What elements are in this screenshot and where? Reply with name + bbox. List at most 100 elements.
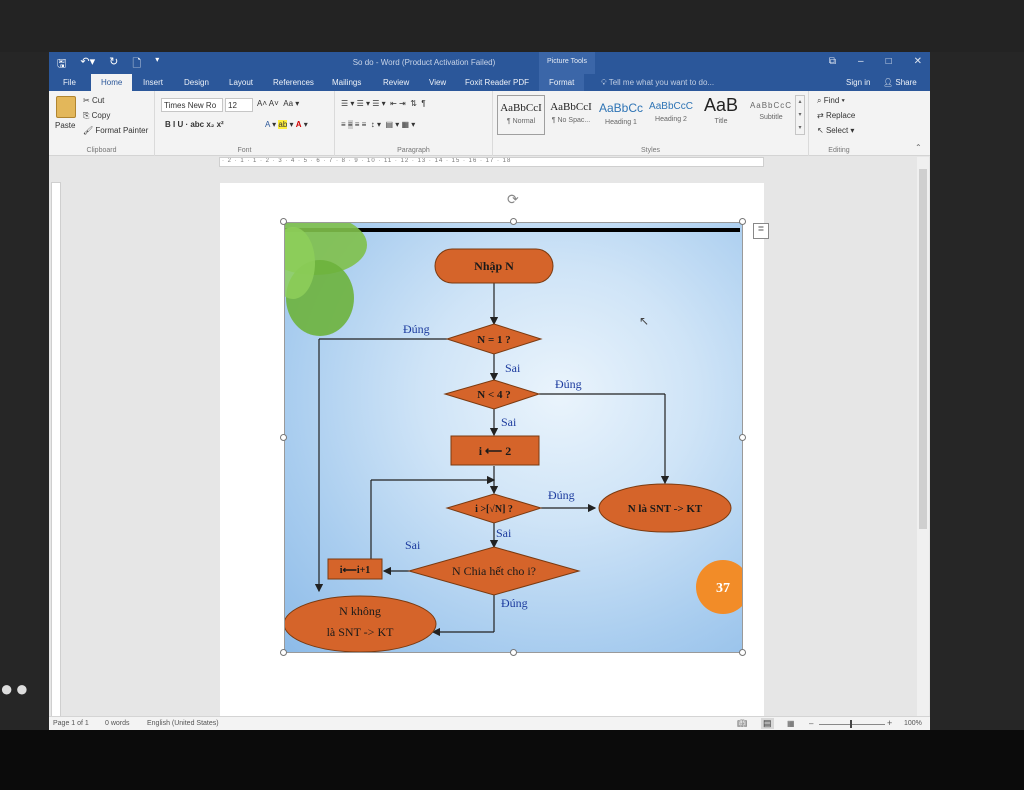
layout-options-icon[interactable]: ≣ <box>753 223 769 239</box>
maximize-icon[interactable]: □ <box>886 56 892 67</box>
scrollbar-thumb[interactable] <box>919 169 927 529</box>
font-size-select[interactable]: 12 <box>225 98 253 112</box>
tab-format[interactable]: Format <box>539 74 585 91</box>
collapse-ribbon-icon[interactable]: ⌃ <box>915 143 922 152</box>
increment-label: i⟵i+1 <box>340 565 371 576</box>
font-group-label: Font <box>237 147 252 154</box>
tab-design[interactable]: Design <box>184 78 209 87</box>
style-no-spacing[interactable]: AaBbCcI ¶ No Spac... <box>547 95 595 135</box>
font-name-select[interactable]: Times New Ro <box>161 98 223 112</box>
tell-me-search[interactable]: 💡︎ Tell me what you want to do... <box>601 78 714 88</box>
tab-review[interactable]: Review <box>383 78 409 87</box>
copy-button[interactable]: ⎘ Copy <box>83 111 110 121</box>
sign-in-link[interactable]: Sign in <box>846 78 870 87</box>
rotate-handle-icon[interactable]: ⟳ <box>507 191 519 208</box>
not-prime-line2: là SNT -> KT <box>327 625 395 639</box>
style-sample: AaB <box>703 95 739 115</box>
resize-handle-br[interactable] <box>739 649 746 656</box>
paste-icon[interactable] <box>56 96 76 118</box>
tab-mailings[interactable]: Mailings <box>332 78 361 87</box>
tab-insert[interactable]: Insert <box>143 78 163 87</box>
flowchart-picture[interactable]: Nhập N N = 1 ? N < 4 ? i ⟵ 2 i >[√N] ? N… <box>284 222 743 653</box>
share-button[interactable]: 👤︎ Share <box>883 78 917 87</box>
alignment-buttons[interactable]: ≡ ≡ ≡ ≡ ↕ ▾ ▤ ▾ ▦ ▾ <box>341 120 415 129</box>
style-heading-1[interactable]: AaBbCc Heading 1 <box>597 95 645 135</box>
zoom-level[interactable]: 100% <box>904 720 922 727</box>
resize-handle-right[interactable] <box>739 434 746 441</box>
yes-label-n1: Đúng <box>403 322 430 336</box>
person-icon: 👤︎ <box>883 78 894 87</box>
yes-label-n4: Đúng <box>555 377 582 391</box>
horizontal-ruler[interactable]: · 2 · 1 · 1 · 2 · 3 · 4 · 5 · 6 · 7 · 8 … <box>219 157 764 167</box>
minimize-icon[interactable]: – <box>858 56 864 67</box>
copy-icon: ⎘ <box>83 111 90 120</box>
style-sample: AaBbCcI <box>500 102 542 114</box>
tab-foxit-reader-pdf[interactable]: Foxit Reader PDF <box>465 78 529 87</box>
style-subtitle[interactable]: AaBbCcC Subtitle <box>747 95 795 135</box>
editing-group: ⌕ Find ▾ ⇄ Replace ↖ Select ▾ Editing <box>809 91 869 156</box>
style-sample: AaBbCc <box>598 101 644 115</box>
styles-group-label: Styles <box>640 147 661 154</box>
resize-handle-tl[interactable] <box>280 218 287 225</box>
font-color-buttons[interactable]: A ▾ ab ▾ A ▾ <box>265 120 308 129</box>
language-indicator[interactable]: English (United States) <box>147 720 219 727</box>
vertical-ruler[interactable] <box>51 182 61 720</box>
undo-icon[interactable]: ↶▾ <box>80 55 95 74</box>
quick-access-toolbar: 🖫 ↶▾ ↻ 🗋 ▾ <box>57 55 159 74</box>
page-count[interactable]: Page 1 of 1 <box>53 720 89 727</box>
screen-top-band <box>0 0 1024 52</box>
read-mode-icon[interactable]: 📖︎ <box>737 719 747 728</box>
resize-handle-tr[interactable] <box>739 218 746 225</box>
ribbon-display-options-icon[interactable]: ⧉ <box>829 56 836 67</box>
zoom-out-icon[interactable]: – <box>809 719 813 728</box>
resize-handle-top[interactable] <box>510 218 517 225</box>
zoom-in-icon[interactable]: + <box>887 718 892 728</box>
resize-handle-bl[interactable] <box>280 649 287 656</box>
tab-view[interactable]: View <box>429 78 446 87</box>
resize-handle-left[interactable] <box>280 434 287 441</box>
zoom-slider[interactable] <box>819 724 885 725</box>
style-sample: AaBbCcI <box>550 101 592 113</box>
web-layout-icon[interactable]: ▦ <box>787 719 795 728</box>
new-document-icon[interactable]: 🗋 <box>132 55 141 74</box>
n-less-4-label: N < 4 ? <box>477 389 510 401</box>
select-button[interactable]: ↖ Select ▾ <box>817 126 854 135</box>
word-count[interactable]: 0 words <box>105 720 130 727</box>
no-label-n4: Sai <box>501 415 517 429</box>
style-name: Heading 1 <box>605 119 637 126</box>
screen-bottom-band <box>0 730 1024 790</box>
font-size-buttons[interactable]: A˄ A˅ Aa ▾ <box>257 99 299 108</box>
search-icon: ⌕ <box>817 96 822 105</box>
redo-icon[interactable]: ↻ <box>109 55 118 74</box>
vertical-scrollbar[interactable] <box>917 157 929 716</box>
styles-gallery-scroll[interactable]: ▴ ▾ ▾ <box>795 95 805 135</box>
font-format-buttons[interactable]: B I U · abc x₂ x² <box>165 120 224 129</box>
tab-layout[interactable]: Layout <box>229 78 253 87</box>
cut-button[interactable]: ✂ Cut <box>83 96 104 105</box>
list-buttons[interactable]: ☰ ▾ ☰ ▾ ☰ ▾ ⇤ ⇥ ⇅ ¶ <box>341 99 426 108</box>
format-painter-button[interactable]: 🖌︎ Format Painter <box>83 126 148 135</box>
title-bar: 🖫 ↶▾ ↻ 🗋 ▾ So do - Word (Product Activat… <box>49 52 930 74</box>
paste-button[interactable]: Paste <box>55 121 75 130</box>
find-button[interactable]: ⌕ Find ▾ <box>817 96 845 106</box>
tab-file[interactable]: File <box>63 78 76 87</box>
tab-home[interactable]: Home <box>91 74 133 91</box>
save-icon[interactable]: 🖫 <box>57 55 66 74</box>
style-normal[interactable]: AaBbCcI ¶ Normal <box>497 95 545 135</box>
n-equals-1-label: N = 1 ? <box>477 334 510 346</box>
mouse-cursor-icon: ↖ <box>639 314 650 328</box>
replace-button[interactable]: ⇄ Replace <box>817 111 855 120</box>
font-group: Times New Ro 12 A˄ A˅ Aa ▾ B I U · abc x… <box>155 91 335 156</box>
ribbon-tabs: File Home Insert Design Layout Reference… <box>49 74 930 91</box>
customize-qat-icon[interactable]: ▾ <box>155 55 159 74</box>
resize-handle-bottom[interactable] <box>510 649 517 656</box>
not-prime-line1: N không <box>339 604 381 618</box>
close-icon[interactable]: ✕ <box>914 56 922 67</box>
tab-references[interactable]: References <box>273 78 314 87</box>
style-heading-2[interactable]: AaBbCcC Heading 2 <box>647 95 695 135</box>
yes-label-divisible: Đúng <box>501 596 528 610</box>
style-title[interactable]: AaB Title <box>697 95 745 135</box>
print-layout-icon[interactable]: ▤ <box>761 718 774 729</box>
style-name: Heading 2 <box>655 116 687 123</box>
zoom-slider-thumb[interactable] <box>850 720 852 728</box>
